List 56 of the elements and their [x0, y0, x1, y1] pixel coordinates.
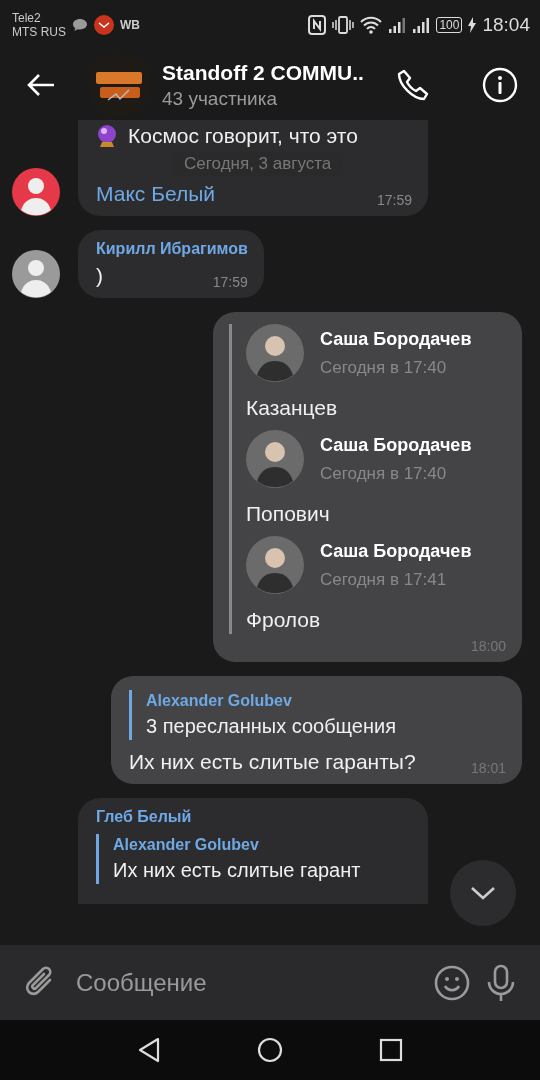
forwarded-date: Сегодня в 17:41	[320, 569, 448, 590]
clock: 18:04	[482, 14, 530, 36]
chat-bubble-icon	[72, 18, 88, 32]
microphone-icon[interactable]	[486, 963, 516, 1002]
date-pill: Сегодня, 3 августа	[172, 152, 344, 176]
carrier-name: MTS RUS	[12, 25, 66, 39]
message-text: )	[96, 263, 103, 289]
message-text: Их них есть слитые гаранты?	[129, 749, 416, 775]
message-text: Казанцев	[246, 395, 339, 421]
forwarded-sender: Саша Бородачев	[320, 434, 472, 456]
mention-link[interactable]: Макс Белый	[96, 180, 215, 208]
signal-icon	[388, 17, 407, 33]
quoted-text: 3 пересланных сообщения	[146, 714, 398, 739]
crystal-ball-icon	[96, 124, 118, 148]
message-text: Космос говорит, что это	[128, 123, 358, 149]
notification-label: WB	[120, 18, 140, 32]
quoted-text: Их них есть слитые гарант	[113, 858, 362, 883]
app-icon	[94, 15, 114, 35]
user-avatar[interactable]	[12, 250, 60, 298]
user-avatar[interactable]	[246, 430, 304, 488]
carrier-name: Tele2	[12, 11, 42, 25]
user-avatar[interactable]	[246, 324, 304, 382]
emoji-icon[interactable]	[434, 964, 470, 1001]
message-text: Попович	[246, 501, 331, 527]
chat-title: Standoff 2 COMMU..	[162, 60, 365, 85]
user-avatar[interactable]	[12, 168, 60, 216]
chevron-down-icon[interactable]	[470, 885, 496, 901]
home-icon[interactable]	[257, 1037, 283, 1063]
phone-icon[interactable]	[396, 68, 430, 102]
wifi-icon	[360, 16, 383, 34]
charging-icon	[468, 17, 477, 33]
sender-name: Глеб Белый	[96, 808, 193, 826]
forwarded-date: Сегодня в 17:40	[320, 463, 448, 484]
vibrate-icon	[332, 15, 355, 35]
recents-icon[interactable]	[379, 1038, 403, 1062]
message-time: 17:59	[376, 192, 412, 208]
forwarded-date: Сегодня в 17:40	[320, 357, 448, 378]
reply-quote[interactable]: Alexander Golubev Их них есть слитые гарант	[96, 834, 412, 884]
forwarded-sender: Саша Бородачев	[320, 328, 472, 350]
member-count: 43 участника	[162, 87, 278, 110]
reply-quote[interactable]: Alexander Golubev 3 пересланных сообщения	[129, 690, 506, 740]
message-composer[interactable]: Сообщение	[0, 945, 540, 1020]
message-time: 17:59	[212, 274, 248, 290]
signal-icon	[412, 17, 431, 33]
forwarded-sender: Саша Бородачев	[320, 540, 472, 562]
message-field[interactable]: Сообщение	[74, 961, 418, 1004]
user-avatar[interactable]	[246, 536, 304, 594]
back-arrow-icon[interactable]	[26, 73, 56, 97]
nfc-icon	[308, 15, 327, 35]
info-icon[interactable]	[482, 67, 518, 103]
quoted-sender: Alexander Golubev	[146, 691, 293, 711]
message-text: Фролов	[246, 607, 322, 633]
quoted-sender: Alexander Golubev	[113, 835, 260, 855]
back-icon[interactable]	[137, 1037, 161, 1063]
sender-name: Кирилл Ибрагимов	[96, 240, 248, 258]
battery-level: 100	[436, 17, 463, 33]
